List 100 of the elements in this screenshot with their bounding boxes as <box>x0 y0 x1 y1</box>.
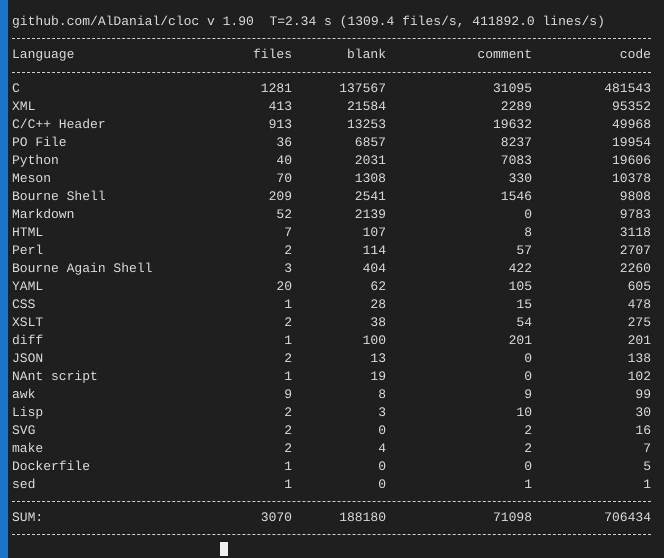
table-cell: 28 <box>370 296 386 314</box>
table-cell: 2031 <box>354 152 386 170</box>
table-cell: 19632 <box>492 116 532 134</box>
table-cell: 6857 <box>354 134 386 152</box>
table-cell: 201 <box>628 332 651 350</box>
table-cell: 138 <box>628 350 651 368</box>
table-cell: 478 <box>628 296 651 314</box>
sum-cell: SUM: <box>12 509 44 528</box>
table-cell: 57 <box>516 242 532 260</box>
table-cell: Markdown <box>12 206 74 224</box>
sum-cell: 3070 <box>260 509 292 528</box>
table-cell: 16 <box>635 422 651 440</box>
column-header: comment <box>477 46 532 64</box>
table-cell: 7083 <box>500 152 532 170</box>
column-header: code <box>620 46 651 64</box>
table-cell: 0 <box>378 422 386 440</box>
table-cell: 2 <box>284 314 292 332</box>
table-cell: 209 <box>268 188 292 206</box>
table-cell: 31095 <box>492 80 532 98</box>
table-cell: 8 <box>524 224 532 242</box>
table-cell: 10378 <box>612 170 651 188</box>
table-cell: 0 <box>524 458 532 476</box>
table-cell: 3 <box>378 404 386 422</box>
table-cell: 19954 <box>612 134 651 152</box>
table-cell: 2 <box>524 440 532 458</box>
text-cursor <box>220 542 228 556</box>
table-cell: XML <box>12 98 36 116</box>
table-cell: 1 <box>284 476 292 494</box>
table-cell: 105 <box>508 278 532 296</box>
table-cell: C/C++ Header <box>12 116 106 134</box>
header-line: github.com/AlDanial/cloc v 1.90 T=2.34 s (1309.4 files/s, 411892.0 lines/s) <box>12 14 605 29</box>
table-cell: 19606 <box>612 152 651 170</box>
table-cell: 1 <box>284 296 292 314</box>
table-cell: NAnt script <box>12 368 98 386</box>
table-cell: 0 <box>524 350 532 368</box>
table-cell: 2707 <box>620 242 651 260</box>
table-cell: 95352 <box>612 98 651 116</box>
table-cell: 99 <box>635 386 651 404</box>
column-header: files <box>252 46 292 64</box>
table-cell: 1 <box>643 476 651 494</box>
table-cell: make <box>12 440 44 458</box>
table-cell: awk <box>12 386 36 404</box>
table-cell: 9808 <box>620 188 651 206</box>
table-cell: 19 <box>370 368 386 386</box>
table-cell: 1546 <box>500 188 532 206</box>
table-cell: 9 <box>524 386 532 404</box>
table-cell: 0 <box>524 368 532 386</box>
table-cell: Bourne Again Shell <box>12 260 152 278</box>
table-cell: 30 <box>635 404 651 422</box>
table-cell: 1 <box>524 476 532 494</box>
table-cell: 3 <box>284 260 292 278</box>
table-cell: 7 <box>284 224 292 242</box>
table-cell: CSS <box>12 296 36 314</box>
table-cell: 1 <box>284 368 292 386</box>
table-cell: 21584 <box>346 98 386 116</box>
table-cell: 13 <box>370 350 386 368</box>
column-header: Language <box>12 46 74 64</box>
table-cell: 2 <box>284 440 292 458</box>
table-cell: 275 <box>628 314 651 332</box>
table-cell: 2289 <box>500 98 532 116</box>
table-cell: YAML <box>12 278 44 296</box>
table-cell: Perl <box>12 242 44 260</box>
table-cell: 52 <box>276 206 292 224</box>
sum-cell: 188180 <box>339 509 386 528</box>
table-cell: diff <box>12 332 44 350</box>
table-cell: 1308 <box>354 170 386 188</box>
table-cell: 0 <box>378 458 386 476</box>
table-cell: 4 <box>378 440 386 458</box>
table-cell: 2139 <box>354 206 386 224</box>
table-cell: 330 <box>508 170 532 188</box>
table-cell: 10 <box>516 404 532 422</box>
table-cell: 1281 <box>260 80 292 98</box>
table-cell: SVG <box>12 422 36 440</box>
table-cell: JSON <box>12 350 44 368</box>
table-cell: XSLT <box>12 314 44 332</box>
table-cell: 413 <box>268 98 292 116</box>
table-cell: HTML <box>12 224 44 242</box>
table-cell: 2 <box>284 242 292 260</box>
table-cell: 8237 <box>500 134 532 152</box>
table-cell: 8 <box>378 386 386 404</box>
column-header: blank <box>346 46 386 64</box>
table-cell: 2 <box>284 404 292 422</box>
table-cell: 0 <box>524 206 532 224</box>
table-cell: 2 <box>284 350 292 368</box>
table-cell: 9 <box>284 386 292 404</box>
table-cell: 49968 <box>612 116 651 134</box>
table-cell: 137567 <box>339 80 386 98</box>
table-cell: C <box>12 80 20 98</box>
table-cell: 100 <box>362 332 386 350</box>
table-cell: Dockerfile <box>12 458 90 476</box>
table-cell: 13253 <box>346 116 386 134</box>
table-cell: 114 <box>362 242 386 260</box>
table-cell: 404 <box>362 260 386 278</box>
table-cell: 54 <box>516 314 532 332</box>
table-cell: 20 <box>276 278 292 296</box>
table-cell: 1 <box>284 458 292 476</box>
table-cell: PO File <box>12 134 67 152</box>
table-cell: 62 <box>370 278 386 296</box>
table-cell: 102 <box>628 368 651 386</box>
table-cell: Meson <box>12 170 52 188</box>
